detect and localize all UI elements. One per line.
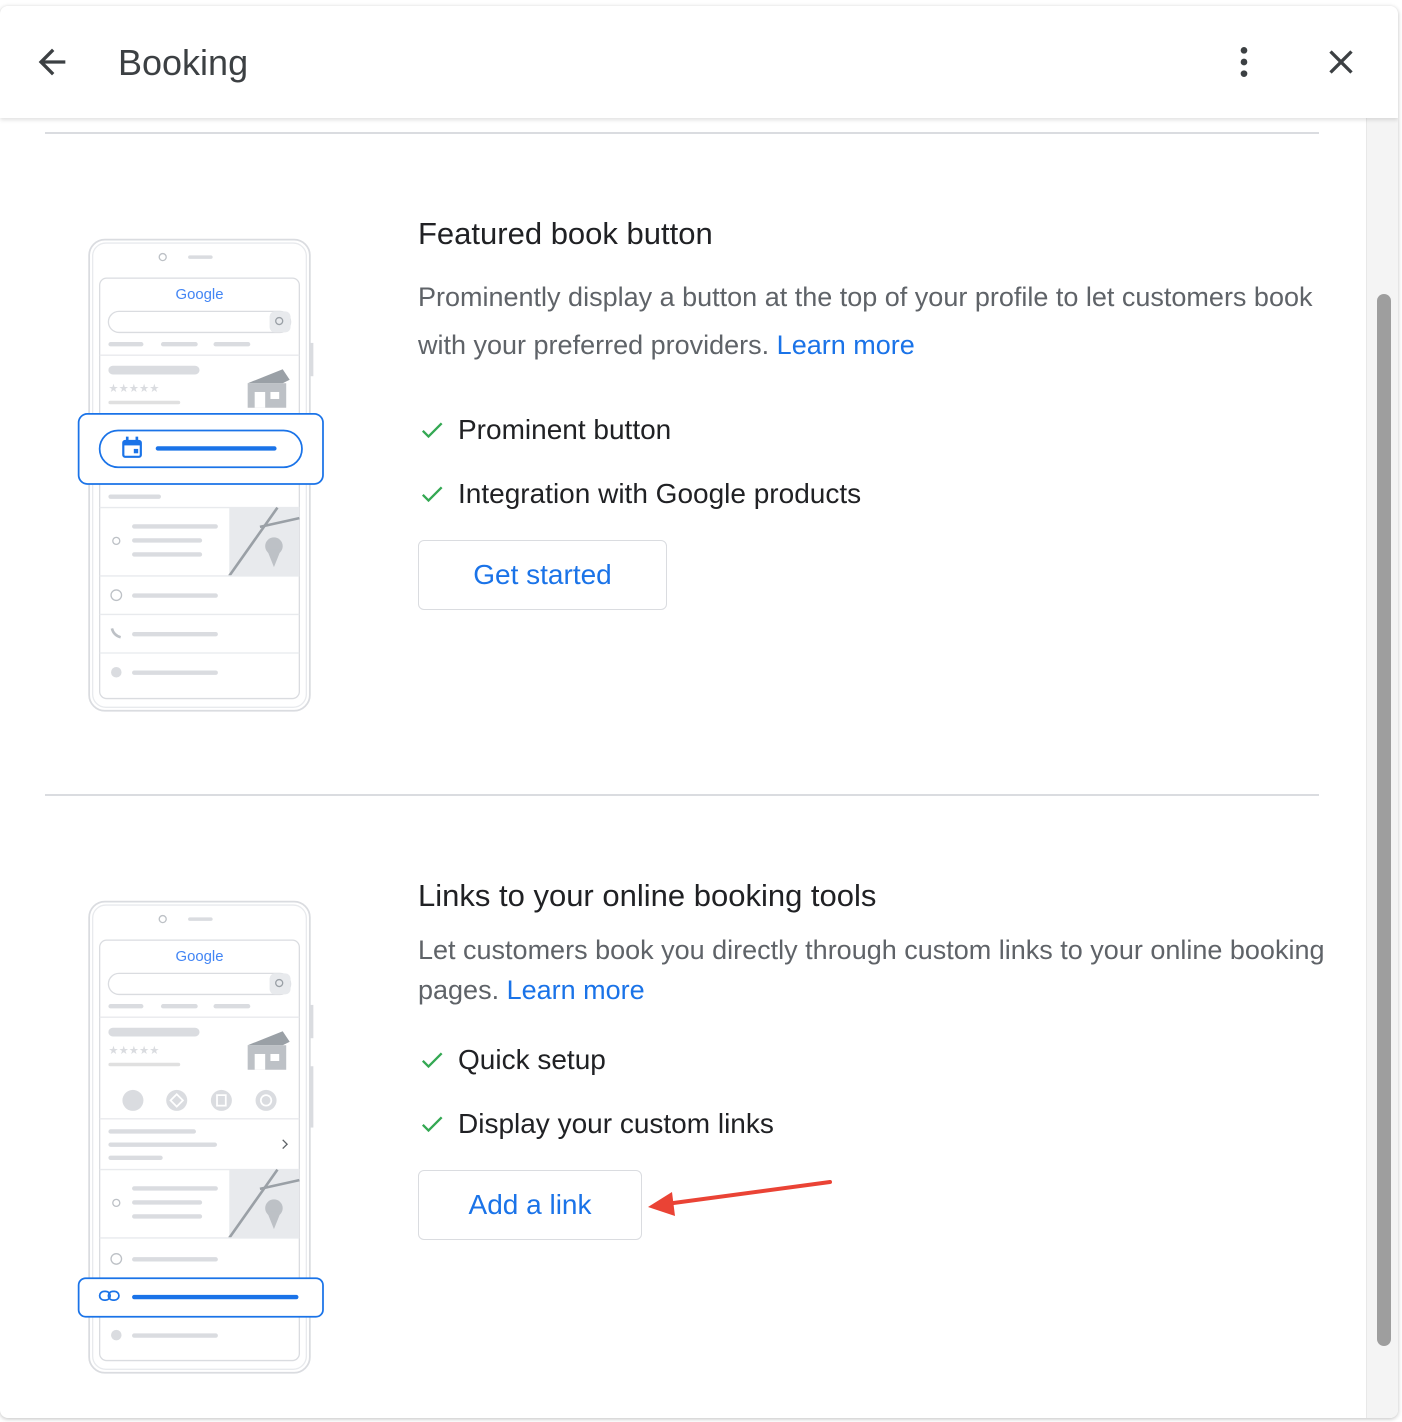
google-logo: Google <box>176 287 224 303</box>
get-started-button[interactable]: Get started <box>418 540 667 610</box>
check-icon <box>421 422 443 439</box>
arrow-back-icon <box>38 48 66 76</box>
feature-item: Prominent button <box>418 414 671 446</box>
learn-more-link[interactable]: Learn more <box>777 330 915 360</box>
booking-links-illustration: Google ★★★★★ <box>77 900 324 1374</box>
add-a-link-button[interactable]: Add a link <box>418 1170 642 1240</box>
back-button[interactable] <box>24 34 80 90</box>
section-description-featured-book-button: Prominently display a button at the top … <box>418 282 1313 360</box>
scrollbar[interactable] <box>1366 118 1398 1418</box>
more-vert-icon <box>1240 47 1248 77</box>
booking-dialog: Booking Google ★★★★★ Featured book butto… <box>0 6 1398 1418</box>
check-icon <box>421 486 443 503</box>
feature-item: Quick setup <box>418 1044 606 1076</box>
page-title: Booking <box>118 42 249 83</box>
close-button[interactable] <box>1313 34 1369 90</box>
scrollbar-thumb[interactable] <box>1377 294 1391 1346</box>
svg-text:★★★★★: ★★★★★ <box>108 381 159 395</box>
close-icon <box>1329 50 1353 74</box>
svg-text:★★★★★: ★★★★★ <box>108 1043 159 1057</box>
check-icon <box>421 1052 443 1069</box>
dialog-header: Booking <box>0 6 1398 118</box>
learn-more-link[interactable]: Learn more <box>507 975 645 1005</box>
google-logo: Google <box>176 949 224 965</box>
section-description-booking-links: Let customers book you directly through … <box>418 935 1325 1005</box>
divider <box>45 132 1319 134</box>
featured-book-button-illustration: Google ★★★★★ <box>77 238 324 712</box>
check-icon <box>421 1116 443 1133</box>
feature-item: Integration with Google products <box>418 478 861 510</box>
feature-item: Display your custom links <box>418 1108 774 1140</box>
section-title-featured-book-button: Featured book button <box>418 216 713 251</box>
section-title-booking-links: Links to your online booking tools <box>418 878 877 913</box>
divider <box>45 794 1319 796</box>
more-options-button[interactable] <box>1216 34 1272 90</box>
annotation-arrow-icon <box>648 1180 832 1216</box>
